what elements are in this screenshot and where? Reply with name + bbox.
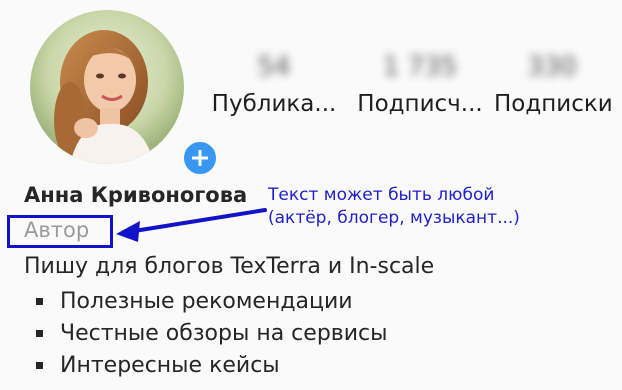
profile-bio: Пишу для блогов TexTerra и In-scale bbox=[24, 254, 435, 279]
stat-following-label: Подписки bbox=[494, 91, 613, 117]
stat-posts-label: Публика... bbox=[211, 91, 337, 117]
bio-list-item-text: Честные обзоры на сервисы bbox=[60, 320, 388, 346]
profile-avatar-container[interactable] bbox=[30, 10, 220, 178]
profile-name: Анна Кривоногова bbox=[24, 183, 248, 207]
bio-list: Полезные рекомендации Честные обзоры на … bbox=[24, 285, 388, 381]
bullet-icon bbox=[36, 361, 43, 369]
stat-followers-label: Подписч... bbox=[357, 91, 483, 117]
bio-list-item: Интересные кейсы bbox=[24, 349, 388, 381]
bio-list-item-text: Интересные кейсы bbox=[60, 352, 280, 378]
bullet-icon bbox=[36, 297, 43, 305]
bio-list-item: Честные обзоры на сервисы bbox=[24, 317, 388, 349]
annotation-line-1: Текст может быть любой bbox=[268, 185, 495, 205]
plus-icon bbox=[192, 150, 208, 166]
profile-stats: 54 Публика... 1 735 Подписч... 330 Подпи… bbox=[210, 50, 620, 130]
arrow-left-icon bbox=[116, 208, 267, 242]
avatar[interactable] bbox=[30, 10, 184, 164]
annotation-line-2: (актёр, блогер, музыкант...) bbox=[268, 208, 520, 228]
bio-list-item-text: Полезные рекомендации bbox=[60, 288, 353, 314]
stat-posts-value: 54 bbox=[257, 52, 291, 82]
stat-following[interactable]: 330 Подписки bbox=[494, 50, 613, 117]
stat-following-value: 330 bbox=[527, 52, 577, 82]
stat-followers-value: 1 735 bbox=[382, 52, 458, 82]
avatar-photo bbox=[30, 10, 184, 164]
stat-posts[interactable]: 54 Публика... bbox=[210, 50, 338, 117]
add-story-button[interactable] bbox=[180, 138, 220, 178]
bullet-icon bbox=[36, 329, 43, 337]
profile-category: Автор bbox=[24, 218, 90, 242]
annotation-note: Текст может быть любой (актёр, блогер, м… bbox=[268, 184, 520, 230]
stat-followers[interactable]: 1 735 Подписч... bbox=[350, 50, 490, 117]
bio-list-item: Полезные рекомендации bbox=[24, 285, 388, 317]
